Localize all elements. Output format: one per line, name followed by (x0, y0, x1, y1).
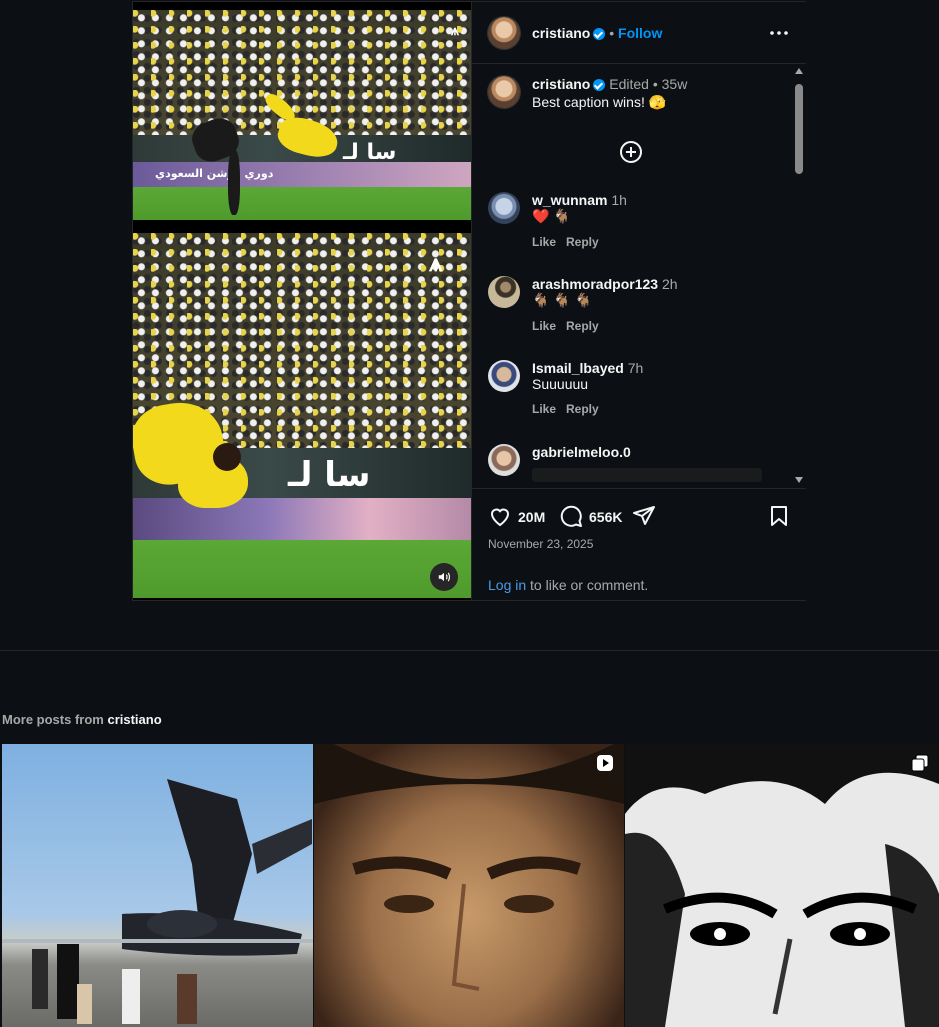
plus-circle-icon (620, 141, 642, 163)
section-divider (0, 650, 939, 651)
post-header: cristiano • Follow (472, 2, 806, 64)
send-icon (633, 506, 655, 525)
verified-icon (593, 79, 606, 92)
comments-scrollbar[interactable] (792, 64, 806, 487)
reel-icon (596, 754, 614, 775)
post-media[interactable]: سا لـ دوري روشن السعودي سا لـ ⩚ ⩚ (133, 2, 471, 600)
scrollbar-thumb[interactable] (795, 84, 803, 174)
like-comment-button[interactable]: Like (532, 402, 556, 416)
bookmark-icon (771, 506, 787, 526)
save-button[interactable] (767, 504, 791, 531)
comment-username[interactable]: w_wunnam (532, 192, 607, 208)
login-link[interactable]: Log in (488, 577, 526, 593)
more-post-thumbnail[interactable] (2, 744, 313, 1027)
portrait-image (314, 744, 624, 991)
comments-count[interactable]: 656K (589, 509, 622, 525)
comments-list[interactable]: cristiano Edited • 35w Best caption wins… (472, 64, 792, 487)
header-separator: • (609, 25, 615, 41)
commenter-avatar[interactable] (488, 444, 520, 476)
more-posts-username[interactable]: cristiano (107, 712, 161, 727)
channel-logo-icon: ⩚ (451, 22, 459, 38)
jet-image (2, 779, 313, 1024)
load-more-comments-button[interactable] (619, 140, 643, 167)
reply-button[interactable]: Reply (566, 402, 599, 416)
author-line: cristiano • Follow (532, 25, 662, 41)
post-card: سا لـ دوري روشن السعودي سا لـ ⩚ ⩚ cristi… (132, 1, 806, 601)
comment-username[interactable]: Ismail_lbayed (532, 360, 624, 376)
caption-edited: Edited (609, 76, 649, 92)
video-frame-top: سا لـ دوري روشن السعودي (133, 10, 471, 220)
share-button[interactable] (632, 504, 656, 531)
caption-dot: • (652, 76, 658, 92)
comment-text: ❤️ 🐐 (532, 208, 571, 224)
channel-logo-icon-2: ⩚ (429, 250, 443, 277)
comment-text: 🐐 🐐 🐐 (532, 292, 593, 308)
author-avatar[interactable] (488, 17, 520, 49)
login-prompt: Log in to like or comment. (488, 577, 648, 593)
comment-time[interactable]: 7h (628, 360, 644, 376)
more-post-thumbnail[interactable] (625, 744, 939, 1027)
more-posts-heading: More posts from cristiano (2, 712, 162, 727)
follow-button[interactable]: Follow (618, 25, 662, 41)
author-username[interactable]: cristiano (532, 25, 590, 41)
comment-time[interactable]: 2h (662, 276, 678, 292)
scroll-down-arrow-icon[interactable] (795, 477, 803, 483)
board-text-bottom: دوري روشن السعودي (155, 167, 274, 180)
comment-button[interactable] (559, 504, 583, 531)
like-button[interactable] (488, 504, 512, 531)
speaker-icon (438, 572, 450, 582)
verified-icon (593, 28, 606, 41)
post-side-panel: cristiano • Follow cristiano Edited • 35… (471, 2, 806, 600)
reply-button[interactable]: Reply (566, 235, 599, 249)
heart-icon (490, 508, 510, 527)
reply-button[interactable]: Reply (566, 319, 599, 333)
caption-avatar[interactable] (488, 76, 520, 108)
scroll-up-arrow-icon[interactable] (795, 68, 803, 74)
comment-text: Suuuuuu (532, 376, 589, 392)
more-post-thumbnail[interactable] (314, 744, 624, 1027)
commenter-avatar[interactable] (488, 192, 520, 224)
like-comment-button[interactable]: Like (532, 319, 556, 333)
commenter-avatar[interactable] (488, 276, 520, 308)
video-frame-bottom: سا لـ (133, 233, 471, 598)
commenter-avatar[interactable] (488, 360, 520, 392)
more-horizontal-icon (770, 31, 788, 35)
board-text-top-2: سا لـ (288, 455, 371, 495)
post-date[interactable]: November 23, 2025 (488, 537, 593, 551)
graphic-portrait-image (625, 744, 939, 1027)
likes-count[interactable]: 20M (518, 509, 545, 525)
caption-username[interactable]: cristiano (532, 76, 590, 92)
comment-icon (560, 505, 582, 527)
carousel-icon (911, 754, 929, 775)
comment-text-placeholder (532, 468, 762, 482)
more-options-button[interactable] (769, 25, 789, 44)
sound-toggle-button[interactable] (430, 563, 458, 591)
more-posts-prefix: More posts from (2, 712, 108, 727)
comment-username[interactable]: gabrielmeloo.0 (532, 444, 631, 460)
login-prompt-text: to like or comment. (526, 577, 649, 593)
caption-text: Best caption wins! 🫣 (532, 94, 667, 110)
post-actions: 20M 656K November 23, 2025 Log in to lik… (472, 488, 806, 601)
caption-time[interactable]: 35w (662, 76, 688, 92)
comment-time[interactable]: 1h (611, 192, 627, 208)
like-comment-button[interactable]: Like (532, 235, 556, 249)
comment-username[interactable]: arashmoradpor123 (532, 276, 658, 292)
